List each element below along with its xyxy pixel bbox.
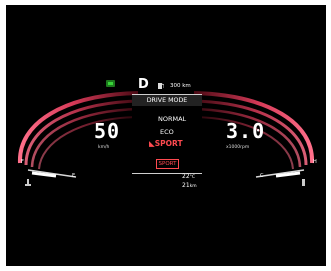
- mode-sport[interactable]: ◣SPORT: [149, 139, 183, 148]
- drive-mode-panel: DRIVE MODE NORMAL ECO ◣SPORT SPORT: [132, 94, 202, 174]
- fuel-gauge-cold-label: C: [260, 173, 264, 179]
- speed-value: 50: [94, 119, 121, 143]
- fuel-gauge-icon: [302, 179, 305, 186]
- temp-gauge-bar: [27, 169, 77, 178]
- coolant-temp-icon: [25, 179, 31, 186]
- sport-mode-badge: SPORT: [156, 159, 179, 169]
- headlight-indicator-icon: [106, 80, 115, 87]
- outside-temp-value: 22: [182, 173, 190, 180]
- rpm-unit: x1000rpm: [226, 145, 250, 150]
- speedometer-arc: [17, 91, 139, 170]
- range-value: 300: [170, 83, 181, 89]
- mode-normal[interactable]: NORMAL: [158, 115, 186, 123]
- trip-distance-value: 21: [182, 182, 190, 189]
- fuel-pump-icon: [158, 83, 164, 89]
- gear-indicator: D: [138, 77, 149, 92]
- outside-temp-unit: °C: [189, 175, 196, 180]
- outside-temp: 22°C: [182, 173, 195, 180]
- trip-distance: 21km: [182, 182, 197, 189]
- range-unit: km: [182, 83, 191, 89]
- speed-unit: km/h: [98, 145, 110, 150]
- mode-eco[interactable]: ECO: [160, 128, 174, 136]
- drive-mode-title: DRIVE MODE: [132, 95, 202, 106]
- temp-gauge-full-label: F: [21, 159, 24, 165]
- range-readout: 300 km: [170, 83, 191, 89]
- fuel-gauge-hot-label: H: [313, 159, 317, 165]
- trip-distance-unit: km: [189, 184, 197, 189]
- instrument-cluster: D 300 km DRIVE MODE NORMAL ECO ◣SPORT SP…: [6, 5, 326, 266]
- rpm-value: 3.0: [226, 119, 266, 143]
- temp-gauge-empty-label: E: [72, 173, 76, 179]
- screenshot-frame: D 300 km DRIVE MODE NORMAL ECO ◣SPORT SP…: [0, 0, 331, 271]
- mode-sport-label: SPORT: [154, 139, 183, 148]
